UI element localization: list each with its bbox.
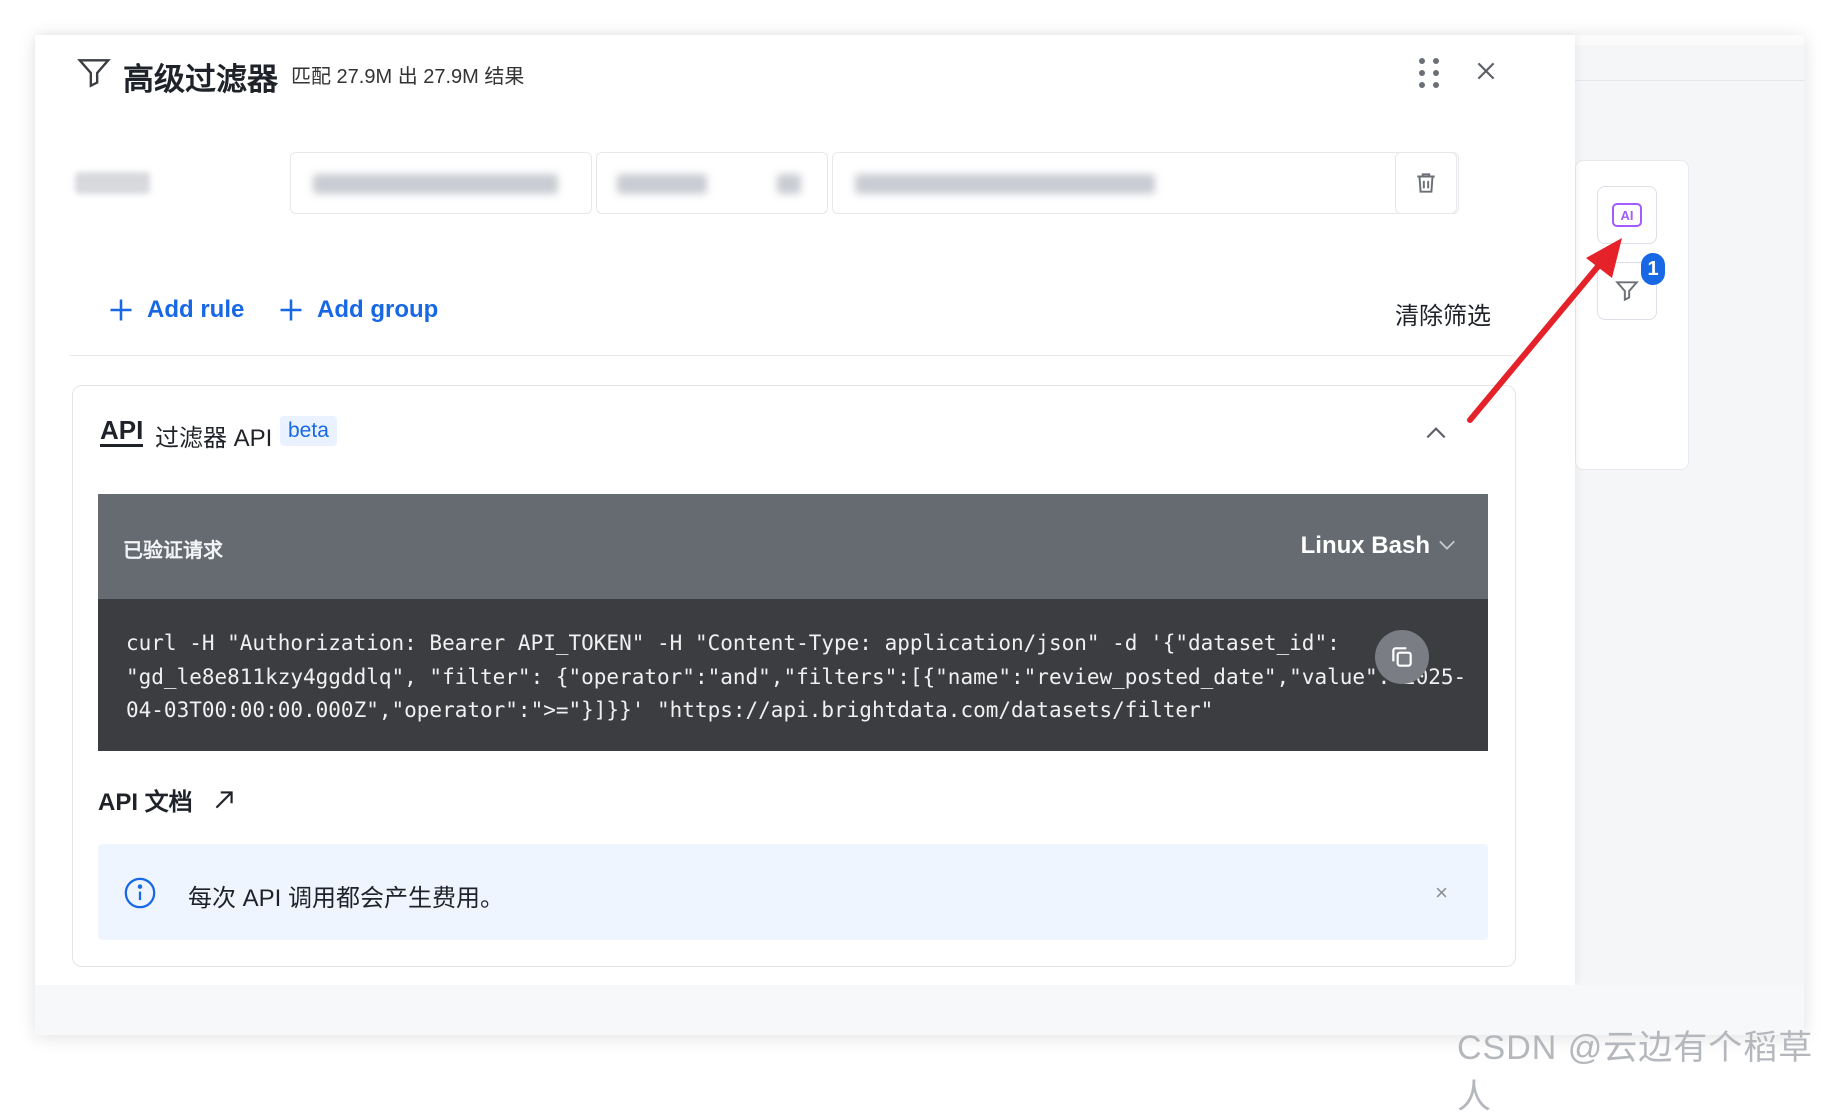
notice-text: 每次 API 调用都会产生费用。	[188, 885, 505, 912]
collapse-button[interactable]	[1423, 422, 1449, 449]
copy-button[interactable]	[1375, 630, 1429, 684]
api-docs-link[interactable]: API 文档	[98, 782, 237, 817]
cost-notice: 每次 API 调用都会产生费用。 ×	[98, 844, 1488, 940]
notice-close-button[interactable]: ×	[1435, 880, 1448, 906]
code-block[interactable]: curl -H "Authorization: Bearer API_TOKEN…	[98, 599, 1488, 751]
add-rule-button[interactable]: Add rule	[107, 296, 244, 324]
language-select[interactable]: Linux Bash	[1301, 532, 1430, 560]
api-docs-label: API 文档	[98, 789, 193, 816]
code-line: "gd_le8e811kzy4ggddlq", "filter": {"oper…	[126, 664, 1467, 689]
watermark: CSDN @云边有个稻草人	[1457, 1029, 1814, 1116]
add-group-button[interactable]: Add group	[277, 296, 438, 324]
section-divider	[70, 355, 1515, 356]
annotation-arrow	[1467, 238, 1622, 423]
filter-count-badge: 1	[1641, 253, 1665, 285]
value-input[interactable]	[832, 152, 1459, 214]
drag-handle-icon[interactable]	[1417, 56, 1443, 88]
page-title: 高级过滤器	[123, 62, 278, 97]
operator-select[interactable]	[596, 152, 828, 214]
add-rule-label: Add rule	[147, 296, 245, 323]
chevron-down-icon[interactable]	[1436, 536, 1458, 559]
trash-icon	[1417, 173, 1435, 193]
external-link-icon	[215, 790, 233, 808]
copy-icon	[1392, 647, 1412, 667]
code-header: 已验证请求 Linux Bash	[98, 494, 1488, 599]
filter-rule-row	[60, 152, 1515, 214]
close-icon	[1477, 62, 1495, 80]
code-line: 04-03T00:00:00.000Z","operator":">="}]}}…	[126, 698, 1214, 722]
plus-icon	[280, 299, 302, 321]
filter-funnel-icon	[75, 54, 113, 97]
field-select[interactable]	[290, 152, 592, 214]
rule-connector-label	[75, 172, 150, 194]
api-panel-title: 过滤器 API	[155, 425, 273, 452]
background-divider	[1575, 80, 1804, 81]
plus-icon	[110, 299, 132, 321]
info-icon	[123, 876, 157, 915]
ai-icon: AI	[1612, 203, 1642, 227]
add-group-label: Add group	[317, 296, 439, 323]
close-button[interactable]	[1473, 58, 1499, 89]
api-logo: API	[100, 415, 144, 447]
match-count: 匹配 27.9M 出 27.9M 结果	[291, 66, 525, 88]
delete-rule-button[interactable]	[1395, 152, 1457, 214]
chevron-up-icon	[1426, 427, 1446, 439]
beta-badge: beta	[280, 416, 337, 446]
code-text: curl -H "Authorization: Bearer API_TOKEN…	[126, 627, 1466, 728]
code-line: curl -H "Authorization: Bearer API_TOKEN…	[126, 631, 1340, 655]
request-label: 已验证请求	[123, 540, 223, 562]
